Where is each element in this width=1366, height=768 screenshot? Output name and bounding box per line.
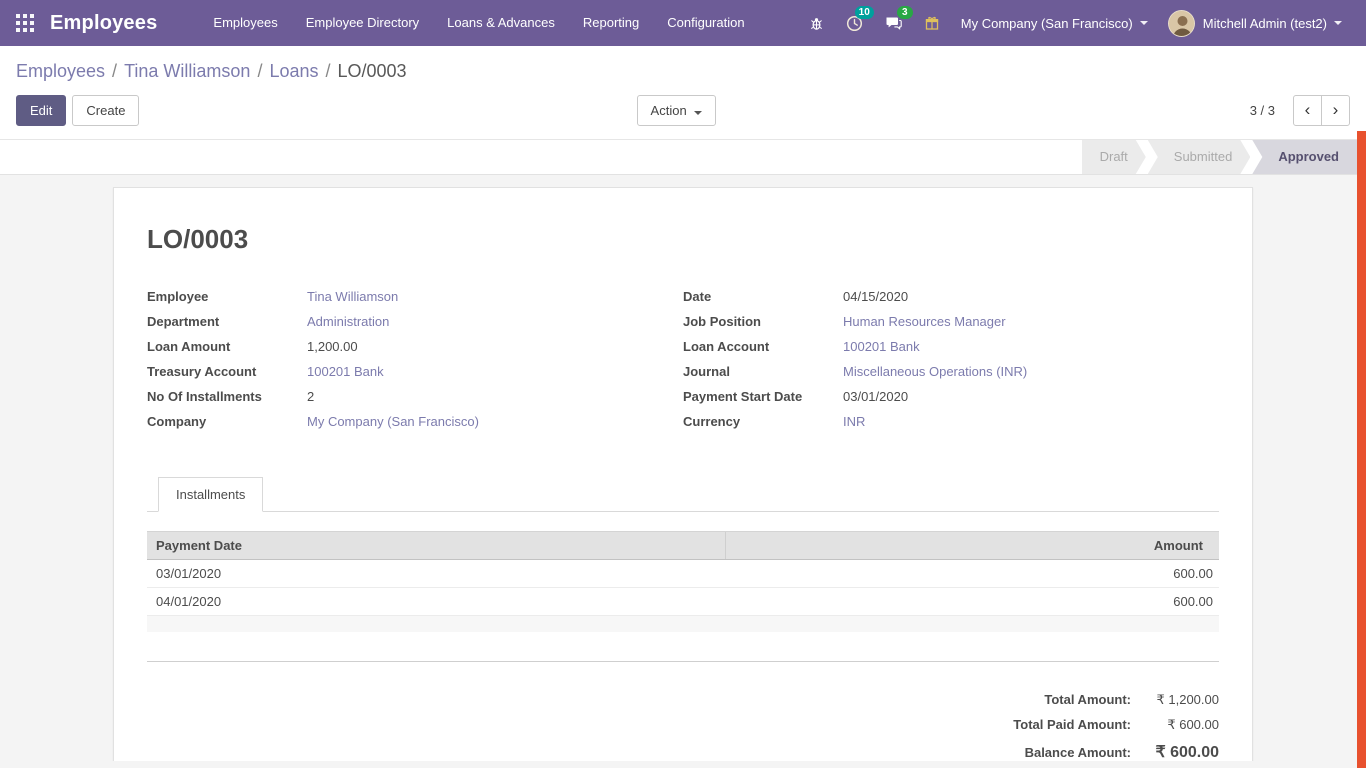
company-name: My Company (San Francisco) (961, 16, 1133, 31)
totals: Total Amount: ₹ 1,200.00 Total Paid Amou… (147, 692, 1219, 761)
cell-payment-date[interactable]: 03/01/2020 (147, 560, 726, 588)
table-row[interactable]: 03/01/2020 600.00 (147, 560, 1219, 588)
breadcrumb-loans[interactable]: Loans (269, 61, 318, 81)
breadcrumb-separator: / (105, 61, 124, 81)
cell-amount[interactable]: 600.00 (726, 588, 1219, 616)
balance-amount-value: ₹ 600.00 (1131, 742, 1219, 761)
edit-button[interactable]: Edit (16, 95, 66, 126)
table-header-row: Payment Date Amount (147, 532, 1219, 560)
record-title: LO/0003 (147, 224, 1219, 255)
menu-loans-advances[interactable]: Loans & Advances (433, 0, 569, 46)
control-panel: Employees/Tina Williamson/Loans/LO/0003 … (0, 46, 1366, 139)
breadcrumb-separator: / (250, 61, 269, 81)
label-journal: Journal (683, 364, 843, 379)
total-amount-value: ₹ 1,200.00 (1131, 692, 1219, 708)
label-job-position: Job Position (683, 314, 843, 329)
field-company[interactable]: My Company (San Francisco) (307, 414, 479, 429)
pager: 3 / 3 ‹ › (1250, 95, 1350, 126)
user-name: Mitchell Admin (test2) (1203, 16, 1327, 31)
field-journal[interactable]: Miscellaneous Operations (INR) (843, 364, 1027, 379)
field-payment-start-date: 03/01/2020 (843, 389, 908, 404)
field-currency[interactable]: INR (843, 414, 865, 429)
installments-table: Payment Date Amount 03/01/2020 600.00 04… (147, 531, 1219, 662)
menu-reporting[interactable]: Reporting (569, 0, 653, 46)
label-loan-amount: Loan Amount (147, 339, 307, 354)
avatar (1168, 10, 1195, 37)
notebook: Installments Payment Date Amount 03/01/2… (147, 477, 1219, 761)
label-payment-start-date: Payment Start Date (683, 389, 843, 404)
field-loan-amount: 1,200.00 (307, 339, 358, 354)
statusbar: Draft Submitted Approved (1080, 140, 1357, 174)
scrollbar[interactable] (1357, 131, 1366, 768)
breadcrumb-tina-williamson[interactable]: Tina Williamson (124, 61, 250, 81)
table-row[interactable]: 04/01/2020 600.00 (147, 588, 1219, 616)
action-dropdown[interactable]: Action (637, 95, 716, 126)
cell-amount[interactable]: 600.00 (726, 560, 1219, 588)
field-treasury-account[interactable]: 100201 Bank (307, 364, 384, 379)
pager-count: 3 / 3 (1250, 103, 1275, 118)
label-installments-count: No Of Installments (147, 389, 307, 404)
chevron-down-icon (694, 111, 702, 115)
status-step-draft[interactable]: Draft (1082, 140, 1146, 174)
table-filler-row (147, 616, 1219, 632)
breadcrumb-separator: / (319, 61, 338, 81)
field-department[interactable]: Administration (307, 314, 389, 329)
balance-amount-label: Balance Amount: (1025, 745, 1131, 760)
column-header-payment-date[interactable]: Payment Date (147, 532, 726, 560)
breadcrumb-current: LO/0003 (338, 61, 407, 81)
form-view: LO/0003 EmployeeTina Williamson Departme… (0, 175, 1366, 761)
company-switcher[interactable]: My Company (San Francisco) (951, 0, 1158, 46)
breadcrumb: Employees/Tina Williamson/Loans/LO/0003 (0, 46, 1366, 86)
activities-badge: 10 (855, 6, 874, 19)
menu-employees[interactable]: Employees (199, 0, 291, 46)
activities-menu[interactable]: 10 (835, 0, 874, 46)
breadcrumb-employees[interactable]: Employees (16, 61, 105, 81)
cell-payment-date[interactable]: 04/01/2020 (147, 588, 726, 616)
field-loan-account[interactable]: 100201 Bank (843, 339, 920, 354)
field-date: 04/15/2020 (843, 289, 908, 304)
table-filler-row (147, 632, 1219, 648)
field-employee[interactable]: Tina Williamson (307, 289, 398, 304)
status-strip: Draft Submitted Approved (0, 139, 1366, 175)
table-filler-row (147, 648, 1219, 662)
chevron-down-icon (1334, 21, 1342, 25)
pager-previous-button[interactable]: ‹ (1293, 95, 1322, 126)
create-button[interactable]: Create (72, 95, 139, 126)
label-employee: Employee (147, 289, 307, 304)
label-treasury-account: Treasury Account (147, 364, 307, 379)
chevron-down-icon (1140, 21, 1148, 25)
top-navbar: Employees Employees Employee Directory L… (0, 0, 1366, 46)
messages-badge: 3 (897, 6, 913, 19)
user-menu[interactable]: Mitchell Admin (test2) (1158, 0, 1352, 46)
menu-employee-directory[interactable]: Employee Directory (292, 0, 433, 46)
rainbow-man-menu[interactable] (913, 0, 951, 46)
app-title[interactable]: Employees (50, 12, 157, 35)
total-paid-value: ₹ 600.00 (1131, 717, 1219, 733)
column-header-amount[interactable]: Amount (726, 532, 1219, 560)
total-paid-label: Total Paid Amount: (1013, 717, 1131, 732)
bug-icon (809, 16, 824, 31)
label-loan-account: Loan Account (683, 339, 843, 354)
status-step-approved[interactable]: Approved (1252, 140, 1357, 174)
form-sheet: LO/0003 EmployeeTina Williamson Departme… (113, 187, 1253, 761)
apps-menu-icon[interactable] (16, 14, 34, 32)
action-label: Action (651, 103, 687, 118)
gift-icon (924, 15, 940, 31)
messages-menu[interactable]: 3 (874, 0, 913, 46)
label-department: Department (147, 314, 307, 329)
tab-installments[interactable]: Installments (158, 477, 263, 512)
label-company: Company (147, 414, 307, 429)
field-grid: EmployeeTina Williamson DepartmentAdmini… (147, 289, 1219, 439)
label-date: Date (683, 289, 843, 304)
field-job-position[interactable]: Human Resources Manager (843, 314, 1006, 329)
menu-configuration[interactable]: Configuration (653, 0, 758, 46)
field-installments-count: 2 (307, 389, 314, 404)
status-step-submitted[interactable]: Submitted (1148, 140, 1251, 174)
total-amount-label: Total Amount: (1044, 692, 1131, 707)
debug-icon[interactable] (798, 0, 835, 46)
label-currency: Currency (683, 414, 843, 429)
pager-next-button[interactable]: › (1321, 95, 1350, 126)
